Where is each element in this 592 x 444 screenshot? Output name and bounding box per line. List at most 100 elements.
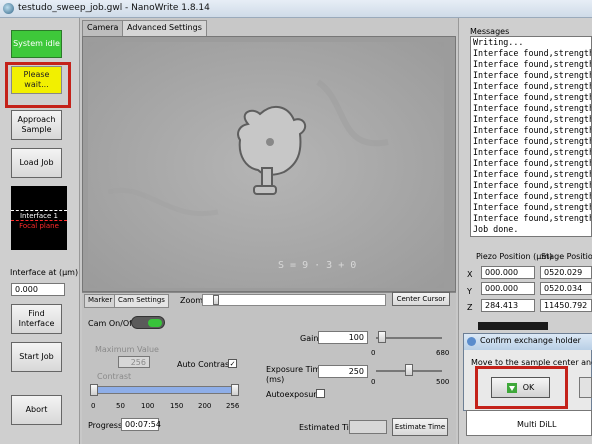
exposure-thumb[interactable]: [405, 364, 413, 376]
message-line: Interface found,strength:: [473, 59, 592, 69]
system-idle-status: System idle: [11, 30, 62, 58]
message-line: Interface found,strength:: [473, 202, 592, 212]
status-strip: [478, 322, 548, 330]
dialog-second-button[interactable]: [579, 377, 592, 398]
dialog-message: Move to the sample center and ...: [471, 358, 592, 367]
cam-onoff-toggle[interactable]: [131, 316, 165, 329]
stage-y-field: 0520.034: [540, 282, 592, 295]
message-line: Interface found,strength:: [473, 147, 592, 157]
exposure-time-field[interactable]: 250: [318, 365, 368, 378]
start-job-button[interactable]: Start Job: [11, 342, 62, 372]
zoom-scrollbar[interactable]: [202, 294, 386, 306]
abort-button[interactable]: Abort: [11, 395, 62, 425]
contrast-tick: 150: [170, 402, 184, 410]
tab-marker[interactable]: Marker: [84, 294, 117, 308]
piezo-y-field: 000.000: [481, 282, 535, 295]
gain-thumb[interactable]: [378, 331, 386, 343]
tab-cam-settings[interactable]: Cam Settings: [114, 294, 169, 308]
contrast-range-slider[interactable]: [95, 386, 237, 394]
message-line: Interface found,strength:: [473, 180, 592, 190]
contrast-tick: 256: [226, 402, 240, 410]
auto-contrast-checkbox[interactable]: ✓: [228, 359, 237, 368]
messages-log[interactable]: Writing... Interface found,strength: Int…: [470, 36, 592, 237]
interface-line-label: Interface 1: [11, 210, 67, 220]
max-value-label: Maximum Value: [95, 345, 159, 354]
camera-overlay-text: S = 9 · 3 + 0: [278, 260, 356, 271]
stage-z-field: 11450.792: [540, 299, 592, 312]
gain-min-tick: 0: [371, 349, 376, 357]
contrast-tick: 200: [198, 402, 212, 410]
contrast-min-thumb[interactable]: [90, 384, 98, 396]
tab-advanced-settings[interactable]: Advanced Settings: [122, 20, 207, 36]
cam-onoff-label: Cam On/Off: [88, 319, 135, 328]
autoexposure-checkbox[interactable]: [316, 389, 325, 398]
estimate-time-button[interactable]: Estimate Time: [392, 418, 448, 436]
zoom-thumb[interactable]: [213, 295, 219, 305]
message-line: Interface found,strength:: [473, 158, 592, 168]
contrast-tick: 50: [116, 402, 125, 410]
stage-position-label: Stage Position: [541, 252, 592, 261]
find-interface-button[interactable]: Find Interface: [11, 304, 62, 334]
dialog-icon: [467, 337, 476, 346]
zoom-label: Zoom: [180, 296, 204, 305]
piezo-x-field: 000.000: [481, 266, 535, 279]
please-wait-status: Please wait...: [11, 66, 62, 94]
gain-max-tick: 680: [436, 349, 450, 357]
message-line: Interface found,strength:: [473, 114, 592, 124]
contrast-max-thumb[interactable]: [231, 384, 239, 396]
ok-button[interactable]: OK: [491, 377, 550, 398]
exposure-time-label: Exposure Time: [266, 365, 326, 374]
load-job-button[interactable]: Load Job: [11, 148, 62, 178]
title-bar: testudo_sweep_job.gwl - NanoWrite 1.8.14: [0, 0, 592, 18]
message-line: Interface found,strength:: [473, 103, 592, 113]
camera-image: S = 9 · 3 + 0: [88, 42, 444, 288]
exposure-min-tick: 0: [371, 378, 376, 386]
max-value-field[interactable]: 256: [118, 356, 150, 368]
message-line: Interface found,strength:: [473, 92, 592, 102]
contrast-tick: 0: [91, 402, 96, 410]
message-line: Interface found,strength:: [473, 48, 592, 58]
gain-label: Gain: [300, 334, 319, 343]
exposure-max-tick: 500: [436, 378, 450, 386]
message-line: Interface found,strength:: [473, 169, 592, 179]
dialog-title-text: Confirm exchange holder: [480, 336, 581, 345]
piezo-z-field: 284.413: [481, 299, 535, 312]
approach-sample-button[interactable]: Approach Sample: [11, 110, 62, 140]
message-line: Interface found,strength:: [473, 136, 592, 146]
estimated-time-field: [349, 420, 387, 434]
focal-plane-indicator: Interface 1 Focal plane: [11, 186, 67, 250]
autoexposure-label: Autoexposure: [266, 390, 322, 399]
stage-x-field: 0520.029: [540, 266, 592, 279]
auto-contrast-label: Auto Contrast: [177, 360, 233, 369]
axis-y-label: Y: [467, 287, 472, 296]
toggle-knob: [148, 319, 162, 327]
focal-plane-label: Focal plane: [11, 220, 67, 230]
message-line: Interface found,strength:: [473, 191, 592, 201]
message-line: Interface found,strength:: [473, 125, 592, 135]
exposure-unit-label: (ms): [266, 375, 285, 384]
axis-z-label: Z: [467, 303, 473, 312]
confirm-exchange-holder-dialog: Confirm exchange holder Move to the samp…: [463, 333, 592, 411]
multi-dill-label: Multi DiLL: [517, 420, 557, 429]
app-icon: [3, 3, 14, 14]
messages-label: Messages: [470, 27, 510, 36]
message-line: Job done.: [473, 224, 519, 234]
interface-at-field[interactable]: 0.000: [11, 283, 65, 296]
contrast-label: Contrast: [97, 372, 132, 381]
ok-button-label: OK: [522, 383, 535, 392]
message-line: Interface found,strength:: [473, 213, 592, 223]
camera-view[interactable]: S = 9 · 3 + 0: [88, 42, 444, 288]
progress-field: 00:07:54: [121, 418, 161, 431]
tab-camera[interactable]: Camera: [82, 20, 124, 36]
gain-field[interactable]: 100: [318, 331, 368, 344]
window-title: testudo_sweep_job.gwl - NanoWrite 1.8.14: [18, 3, 210, 13]
progress-label: Progress: [88, 421, 123, 430]
contrast-tick: 100: [141, 402, 155, 410]
message-line: Interface found,strength:: [473, 70, 592, 80]
message-line: Writing...: [473, 37, 524, 47]
interface-at-label: Interface at (µm): [10, 268, 79, 277]
dialog-title: Confirm exchange holder: [464, 334, 592, 350]
center-cursor-button[interactable]: Center Cursor: [392, 292, 450, 306]
down-arrow-icon: [506, 382, 517, 393]
message-line: Interface found,strength:: [473, 81, 592, 91]
